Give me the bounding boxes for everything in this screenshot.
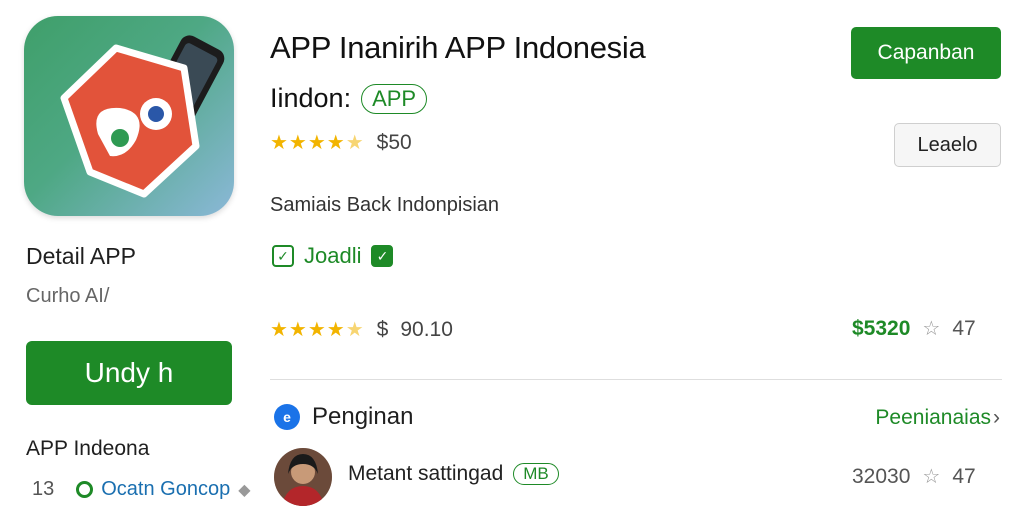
star-outline-icon[interactable]: ☆	[922, 464, 940, 489]
section-header: e Penginan	[274, 403, 413, 431]
diamond-icon: ◆	[238, 481, 251, 499]
checkbox-label: Joadli	[304, 243, 362, 268]
checkbox-row[interactable]: ✓ Joadli ✓	[272, 243, 394, 269]
rating-row: ★★★★★ $50	[270, 130, 412, 155]
review-badge: MB	[513, 463, 559, 485]
review-summary: 32030 ☆ 47	[852, 464, 976, 489]
footer-count: 13	[32, 478, 55, 500]
section-title: Penginan	[312, 403, 414, 430]
secondary-action-button[interactable]: Leaelo	[894, 123, 1001, 167]
install-button[interactable]: Undy h	[26, 341, 232, 405]
app-description: Samiais Back Indonpisian	[270, 194, 500, 216]
star-icon: ★★★★	[270, 132, 346, 154]
section-see-all-link[interactable]: Peenianaias›	[875, 406, 1000, 430]
app-badge: APP	[361, 83, 428, 114]
review-value: 32030	[852, 464, 911, 488]
checked-box-icon[interactable]: ✓	[371, 245, 394, 267]
app-title: APP Inanirih APP Indonesia	[270, 30, 646, 65]
price-value: $5320	[852, 316, 911, 340]
star-rating-2: ★★★★★	[270, 317, 365, 342]
footer-app-title: APP Indeona	[26, 437, 150, 460]
checkbox-icon[interactable]: ✓	[272, 245, 294, 267]
rating2-currency: $	[376, 317, 389, 341]
star-rating: ★★★★★	[270, 130, 365, 155]
app-subtitle: Iindon:	[270, 83, 352, 113]
half-star-icon: ★	[345, 319, 365, 341]
avatar[interactable]	[274, 448, 332, 506]
app-subtitle-row: Iindon: APP	[270, 83, 428, 114]
footer-link[interactable]: Ocatn Goncop	[101, 478, 230, 501]
star-outline-icon[interactable]: ☆	[922, 316, 940, 341]
rating-price: $50	[376, 130, 412, 154]
price-count: 47	[952, 316, 976, 340]
half-star-icon: ★	[345, 132, 365, 154]
section-link-label: Peenianaias	[875, 406, 991, 429]
chevron-right-icon: ›	[993, 406, 1000, 429]
review-author-row: Metant sattingad MB	[348, 462, 559, 486]
rating-row-2: ★★★★★ $ 90.10	[270, 317, 453, 342]
app-icon	[24, 16, 234, 216]
section-logo-icon: e	[274, 404, 300, 430]
section-divider	[270, 379, 1002, 380]
star-icon: ★★★★	[270, 319, 346, 341]
category-icon	[76, 481, 94, 498]
review-count: 47	[952, 464, 976, 488]
footer-row: 13 Ocatn Goncop ◆	[32, 478, 251, 501]
review-author: Metant sattingad	[348, 462, 504, 485]
detail-title: Detail APP	[26, 243, 136, 269]
rating2-value: 90.10	[400, 317, 453, 341]
primary-action-button[interactable]: Capanban	[851, 27, 1001, 79]
price-summary: $5320 ☆ 47	[852, 316, 976, 341]
detail-subtitle: Curho AI/	[26, 285, 110, 307]
